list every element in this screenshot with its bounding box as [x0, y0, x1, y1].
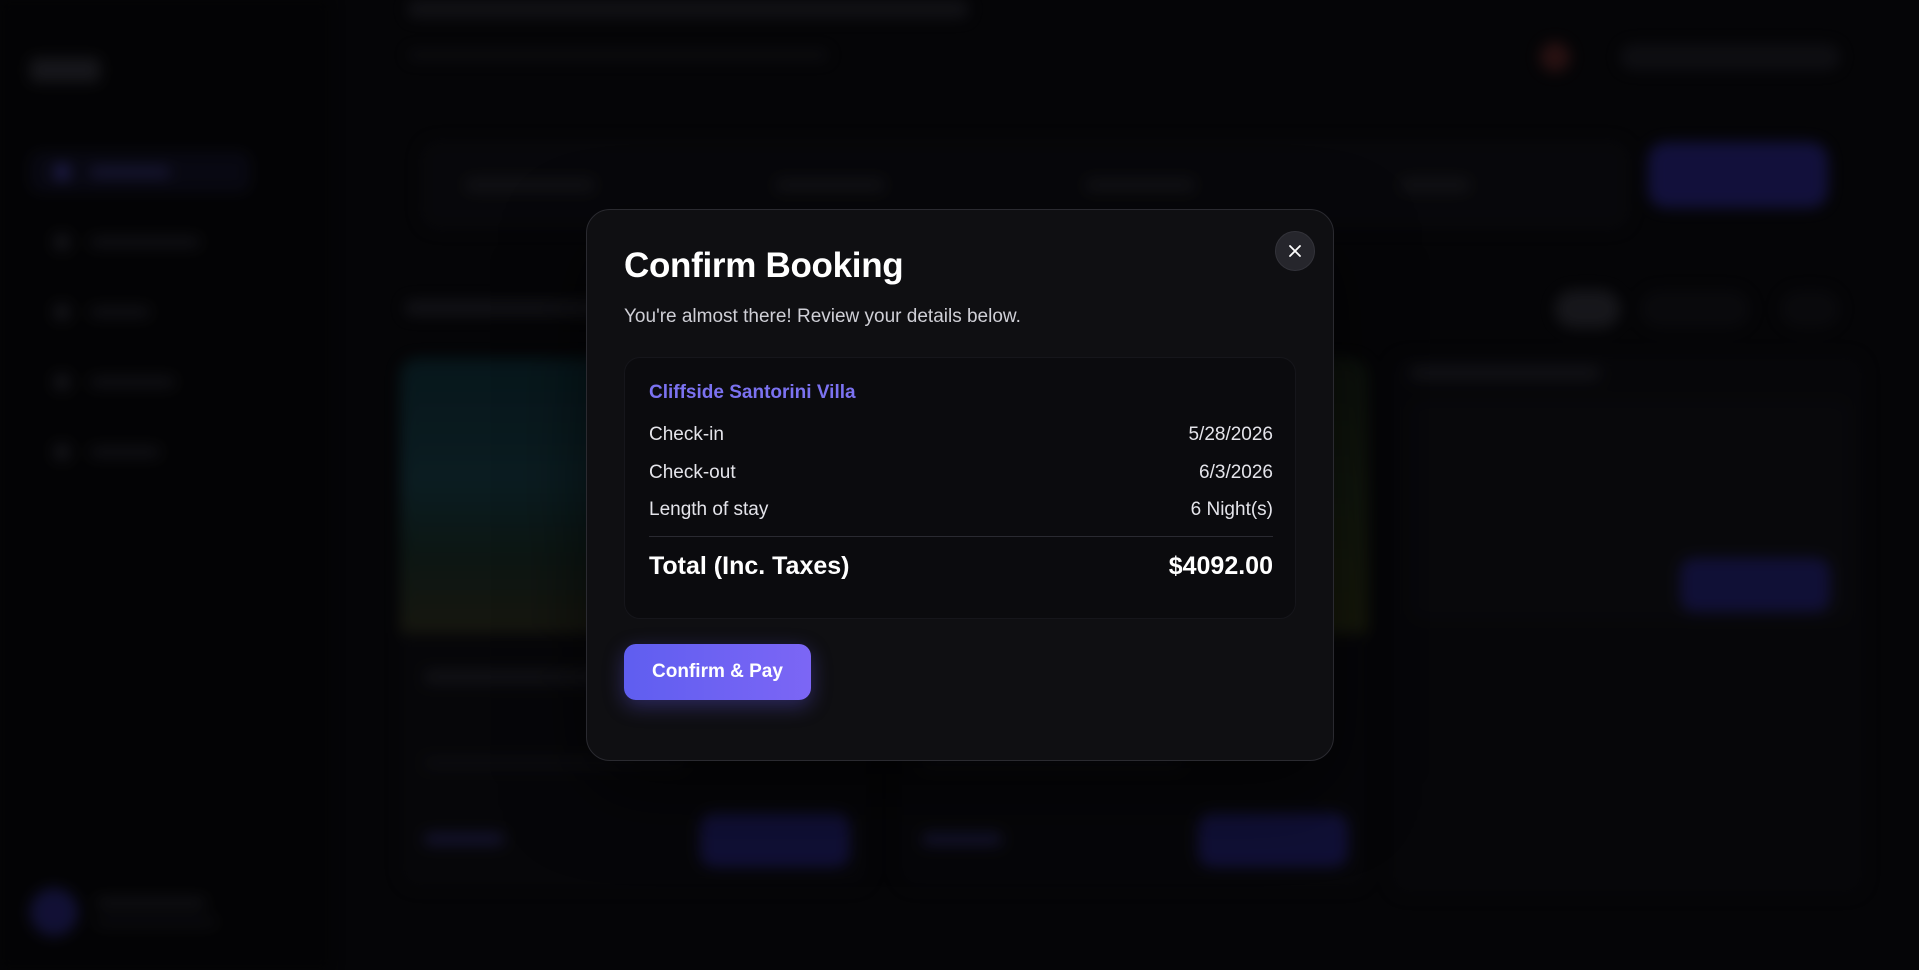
- property-name: Cliffside Santorini Villa: [649, 382, 856, 403]
- close-button[interactable]: [1275, 231, 1315, 271]
- check-in-label: Check-in: [649, 424, 724, 445]
- summary-divider: [649, 536, 1273, 537]
- total-value: $4092.00: [1168, 551, 1273, 580]
- length-of-stay-row: Length of stay 6 Night(s): [649, 497, 1273, 523]
- total-label: Total (Inc. Taxes): [649, 551, 850, 580]
- length-of-stay-value: 6 Night(s): [1190, 499, 1273, 520]
- booking-summary: Cliffside Santorini Villa Check-in 5/28/…: [624, 357, 1296, 619]
- app-root: Confirm Booking You're almost there! Rev…: [0, 0, 1919, 970]
- length-of-stay-label: Length of stay: [649, 499, 769, 520]
- check-in-row: Check-in 5/28/2026: [649, 422, 1273, 448]
- check-in-value: 5/28/2026: [1188, 424, 1273, 445]
- modal-title: Confirm Booking: [624, 246, 904, 285]
- confirm-and-pay-button[interactable]: Confirm & Pay: [624, 644, 811, 700]
- check-out-row: Check-out 6/3/2026: [649, 460, 1273, 486]
- check-out-value: 6/3/2026: [1199, 462, 1273, 483]
- modal-subtitle: You're almost there! Review your details…: [624, 306, 1021, 327]
- close-icon: [1289, 245, 1301, 257]
- check-out-label: Check-out: [649, 462, 736, 483]
- total-row: Total (Inc. Taxes) $4092.00: [649, 549, 1273, 583]
- confirm-booking-modal: Confirm Booking You're almost there! Rev…: [586, 209, 1334, 761]
